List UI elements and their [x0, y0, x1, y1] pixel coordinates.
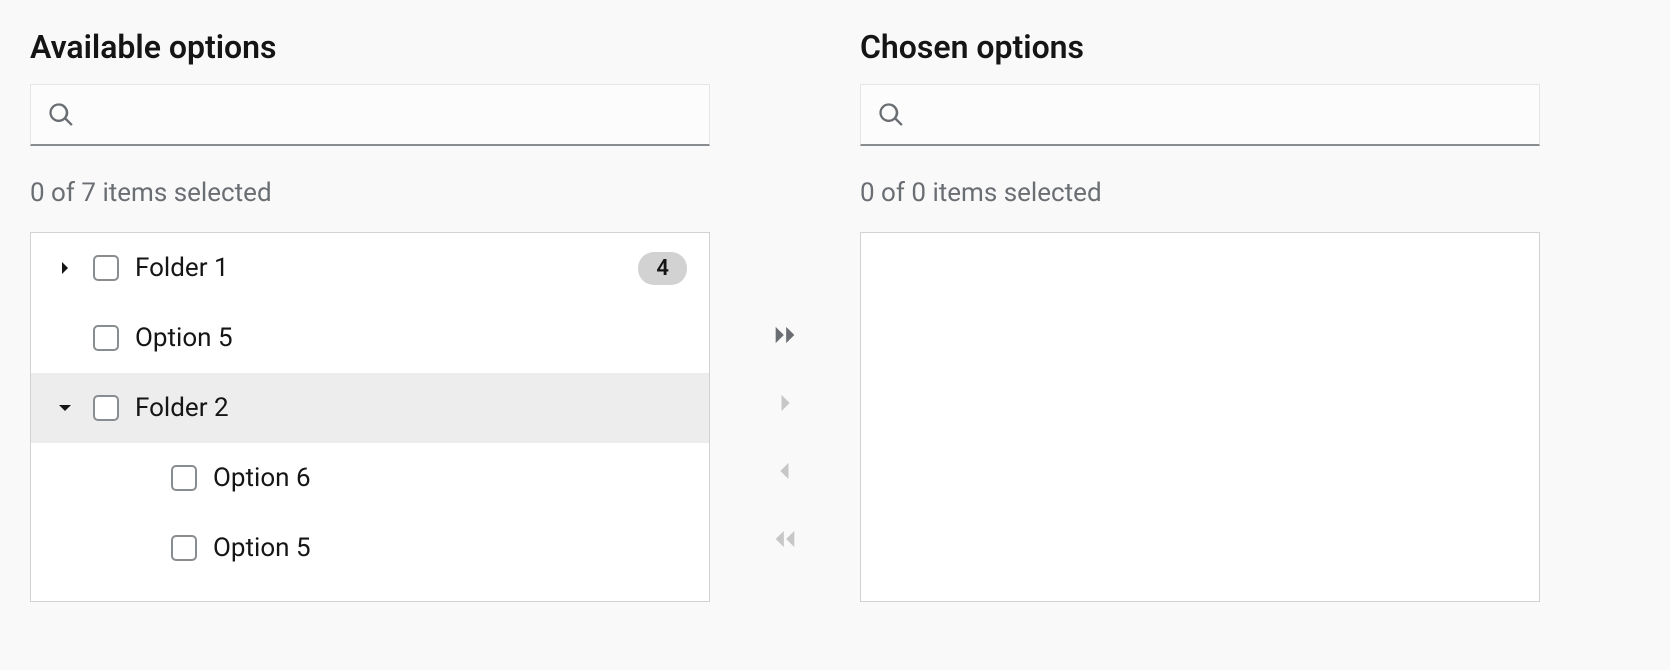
chevron-right-icon — [771, 389, 799, 420]
remove-selected-button[interactable] — [761, 448, 809, 496]
chosen-search-input[interactable] — [861, 85, 1539, 144]
folder-checkbox[interactable] — [93, 255, 119, 281]
chosen-status: 0 of 0 items selected — [860, 178, 1540, 208]
folder-label: Folder 2 — [135, 393, 687, 423]
chosen-list — [860, 232, 1540, 602]
transfer-controls — [710, 28, 860, 602]
option-checkbox[interactable] — [93, 325, 119, 351]
available-panel: Available options 0 of 7 items selected … — [30, 28, 710, 602]
tree-child-option[interactable]: Option 6 — [31, 443, 709, 513]
chosen-title: Chosen options — [860, 28, 1540, 66]
available-search-input[interactable] — [31, 85, 709, 144]
double-chevron-left-icon — [771, 525, 799, 556]
chevron-down-icon[interactable] — [53, 396, 77, 420]
chevron-left-icon — [771, 457, 799, 488]
available-search-group[interactable] — [30, 84, 710, 146]
tree-folder[interactable]: Folder 1 4 — [31, 233, 709, 303]
option-label: Option 6 — [213, 463, 687, 493]
chosen-panel: Chosen options 0 of 0 items selected — [860, 28, 1540, 602]
chosen-search-group[interactable] — [860, 84, 1540, 146]
add-selected-button[interactable] — [761, 380, 809, 428]
double-chevron-right-icon — [771, 321, 799, 352]
option-label: Option 5 — [213, 533, 687, 563]
chevron-right-icon[interactable] — [53, 256, 77, 280]
tree-option[interactable]: Option 5 — [31, 303, 709, 373]
tree-folder[interactable]: Folder 2 — [31, 373, 709, 443]
option-label: Option 5 — [135, 323, 687, 353]
available-list: Folder 1 4 Option 5 Folder 2 Option 6 — [30, 232, 710, 602]
remove-all-button[interactable] — [761, 516, 809, 564]
folder-checkbox[interactable] — [93, 395, 119, 421]
option-checkbox[interactable] — [171, 535, 197, 561]
tree-child-option[interactable]: Option 5 — [31, 513, 709, 583]
add-all-button[interactable] — [761, 312, 809, 360]
count-badge: 4 — [638, 252, 687, 285]
available-title: Available options — [30, 28, 710, 66]
available-status: 0 of 7 items selected — [30, 178, 710, 208]
folder-label: Folder 1 — [135, 253, 622, 283]
dual-list-selector: Available options 0 of 7 items selected … — [30, 28, 1640, 602]
option-checkbox[interactable] — [171, 465, 197, 491]
